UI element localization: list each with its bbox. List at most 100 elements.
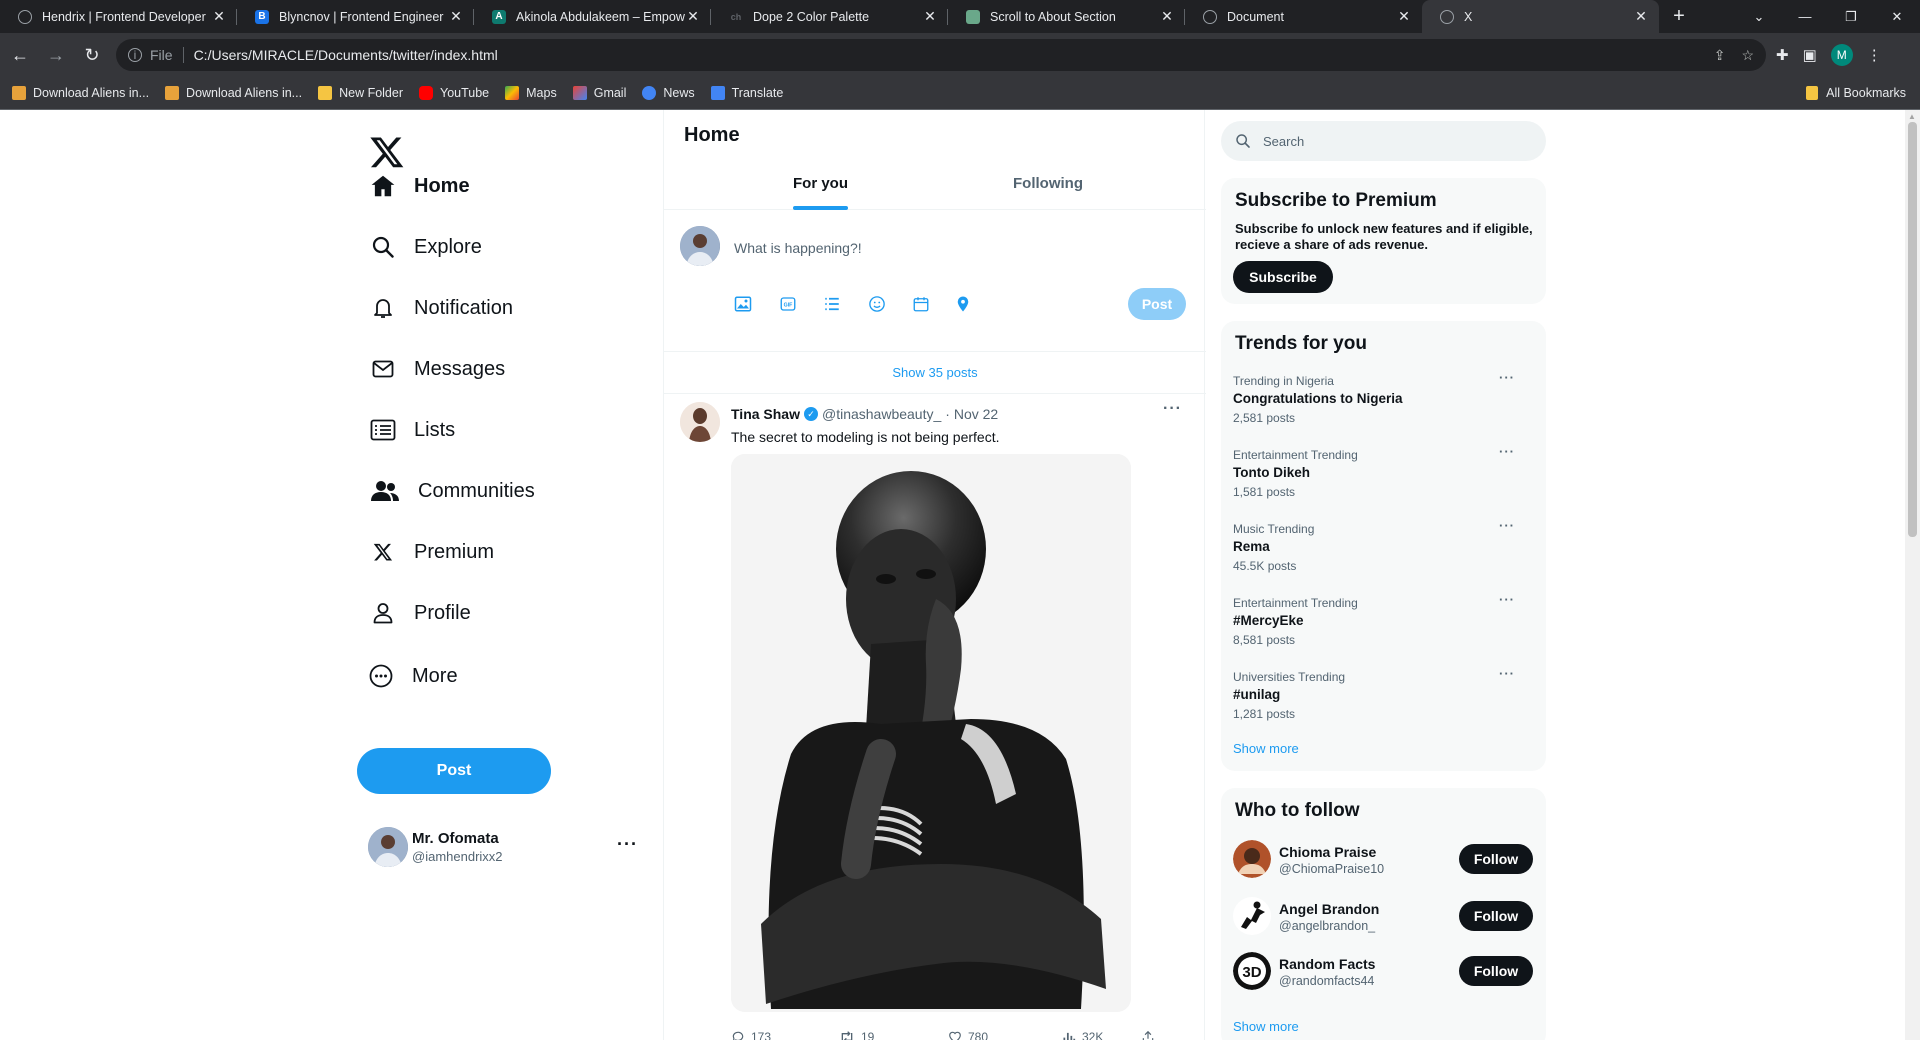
bookmark-item[interactable]: Gmail	[572, 86, 626, 100]
browser-tab[interactable]: Document ✕	[1185, 0, 1422, 33]
like-button[interactable]: 780	[948, 1030, 988, 1040]
sidebar-post-button[interactable]: Post	[357, 748, 551, 794]
tweet-author-handle[interactable]: @tinashawbeauty_	[822, 406, 941, 422]
close-tab-icon[interactable]: ✕	[922, 8, 938, 25]
more-dots-icon[interactable]: ···	[1499, 666, 1515, 681]
bookmark-item[interactable]: Download Aliens in...	[165, 86, 302, 100]
reload-icon[interactable]: ↻	[76, 39, 108, 71]
reply-button[interactable]: 173	[731, 1030, 771, 1040]
tweet[interactable]: Tina Shaw ✓ @tinashawbeauty_ · Nov 22 ··…	[664, 394, 1206, 1040]
browser-tab[interactable]: ch Dope 2 Color Palette ✕	[711, 0, 948, 33]
poll-list-icon[interactable]	[822, 294, 842, 314]
gif-icon[interactable]: GIF	[778, 294, 798, 314]
forward-icon[interactable]: →	[40, 39, 72, 71]
subscribe-button[interactable]: Subscribe	[1233, 261, 1333, 293]
close-tab-icon[interactable]: ✕	[1159, 8, 1175, 25]
avatar[interactable]	[680, 402, 720, 442]
bookmark-star-icon[interactable]: ☆	[1741, 47, 1754, 64]
share-button[interactable]	[1141, 1030, 1161, 1040]
scroll-up-icon[interactable]: ▲	[1908, 112, 1916, 121]
follow-suggestion[interactable]: 3D Random Facts @randomfacts44 Follow	[1233, 952, 1533, 992]
bookmark-item[interactable]: News	[642, 86, 695, 100]
all-bookmarks[interactable]: All Bookmarks	[1806, 77, 1906, 109]
page-scrollbar[interactable]: ▲	[1905, 110, 1920, 1040]
trend-item[interactable]: Universities Trending #unilag 1,281 post…	[1233, 666, 1533, 730]
more-dots-icon[interactable]: ···	[1499, 592, 1515, 607]
bookmark-item[interactable]: Maps	[505, 86, 557, 100]
follow-show-more[interactable]: Show more	[1233, 1019, 1299, 1034]
nav-profile[interactable]: Profile	[368, 598, 471, 628]
new-tab-button[interactable]: +	[1659, 0, 1699, 33]
composer-input[interactable]: What is happening?!	[734, 240, 862, 256]
tab-for-you[interactable]: For you	[793, 156, 848, 210]
profile-avatar[interactable]: M	[1830, 44, 1853, 66]
close-tab-icon[interactable]: ✕	[1633, 8, 1649, 25]
search-input[interactable]: Search	[1221, 121, 1546, 161]
more-dots-icon[interactable]: ···	[1499, 370, 1515, 385]
nav-more[interactable]: More	[368, 661, 458, 691]
follow-button[interactable]: Follow	[1459, 901, 1533, 931]
nav-home[interactable]: Home	[368, 171, 470, 201]
emoji-icon[interactable]	[867, 294, 887, 314]
tweet-more-icon[interactable]: ···	[1163, 400, 1182, 418]
trend-item[interactable]: Trending in Nigeria Congratulations to N…	[1233, 370, 1533, 434]
trend-item[interactable]: Entertainment Trending #MercyEke 8,581 p…	[1233, 592, 1533, 656]
browser-tab[interactable]: B Blyncnov | Frontend Engineer ✕	[237, 0, 474, 33]
tweet-author-name[interactable]: Tina Shaw	[731, 406, 800, 422]
share-icon[interactable]: ⇪	[1714, 47, 1726, 64]
nav-communities[interactable]: Communities	[368, 476, 535, 506]
follow-button[interactable]: Follow	[1459, 844, 1533, 874]
follow-suggestion[interactable]: Angel Brandon @angelbrandon_ Follow	[1233, 897, 1533, 937]
follow-suggestion[interactable]: Chioma Praise @ChiomaPraise10 Follow	[1233, 840, 1533, 880]
browser-tab[interactable]: Scroll to About Section ✕	[948, 0, 1185, 33]
account-switcher[interactable]: Mr. Ofomata @iamhendrixx2 ···	[368, 824, 638, 870]
nav-premium[interactable]: Premium	[368, 537, 494, 567]
close-tab-icon[interactable]: ✕	[1396, 8, 1412, 25]
location-icon[interactable]	[953, 294, 973, 314]
back-icon[interactable]: ←	[4, 39, 36, 71]
bookmark-item[interactable]: New Folder	[318, 86, 403, 100]
more-dots-icon[interactable]: ···	[1499, 444, 1515, 459]
address-bar[interactable]: i File C:/Users/MIRACLE/Documents/twitte…	[116, 39, 1766, 71]
tweet-date[interactable]: · Nov 22	[945, 406, 998, 422]
trend-item[interactable]: Music Trending Rema 45.5K posts ···	[1233, 518, 1533, 582]
repost-button[interactable]: 19	[839, 1030, 874, 1040]
follow-button[interactable]: Follow	[1459, 956, 1533, 986]
views-button[interactable]: 32K	[1062, 1030, 1103, 1040]
more-dots-icon[interactable]: ···	[1499, 518, 1515, 533]
nav-lists[interactable]: Lists	[368, 415, 455, 445]
tab-following[interactable]: Following	[1013, 156, 1083, 210]
browser-tab-active[interactable]: X ✕	[1422, 0, 1659, 33]
bookmark-item[interactable]: Download Aliens in...	[12, 86, 149, 100]
more-dots-icon[interactable]: ···	[617, 834, 638, 855]
menu-kebab-icon[interactable]: ⋮	[1867, 46, 1882, 64]
close-window-icon[interactable]: ✕	[1874, 0, 1920, 33]
bookmark-item[interactable]: YouTube	[419, 86, 489, 100]
side-panel-icon[interactable]: ▣	[1803, 46, 1817, 64]
scrollbar-thumb[interactable]	[1908, 122, 1917, 537]
extensions-icon[interactable]: ✚	[1776, 46, 1789, 64]
show-new-posts[interactable]: Show 35 posts	[664, 352, 1206, 394]
close-tab-icon[interactable]: ✕	[448, 8, 464, 25]
info-icon[interactable]: i	[128, 48, 142, 62]
image-icon[interactable]	[733, 294, 753, 314]
browser-tab[interactable]: A Akinola Abdulakeem – Empowe ✕	[474, 0, 711, 33]
nav-explore[interactable]: Explore	[368, 232, 482, 262]
tab-search-icon[interactable]: ⌄	[1736, 0, 1782, 33]
minimize-icon[interactable]: —	[1782, 0, 1828, 33]
nav-notification[interactable]: Notification	[368, 293, 513, 323]
schedule-icon[interactable]	[911, 294, 931, 314]
close-tab-icon[interactable]: ✕	[211, 8, 227, 25]
address-url[interactable]: C:/Users/MIRACLE/Documents/twitter/index…	[194, 47, 1698, 63]
x-logo-icon[interactable]	[369, 134, 405, 170]
restore-icon[interactable]: ❐	[1828, 0, 1874, 33]
composer-post-button[interactable]: Post	[1128, 288, 1186, 320]
nav-messages[interactable]: Messages	[368, 354, 505, 384]
trends-show-more[interactable]: Show more	[1233, 741, 1299, 756]
close-tab-icon[interactable]: ✕	[685, 8, 701, 25]
tab-title: Dope 2 Color Palette	[753, 9, 870, 24]
browser-tab[interactable]: Hendrix | Frontend Developer ✕	[0, 0, 237, 33]
trend-item[interactable]: Entertainment Trending Tonto Dikeh 1,581…	[1233, 444, 1533, 508]
tweet-image[interactable]	[731, 454, 1131, 1012]
bookmark-item[interactable]: Translate	[710, 86, 783, 100]
